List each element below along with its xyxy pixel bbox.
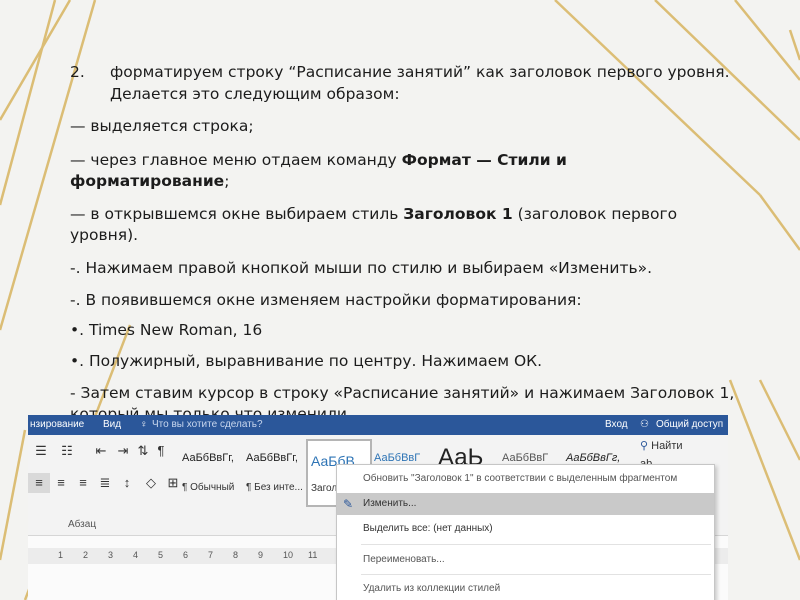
ruler-mark: 6 bbox=[183, 550, 189, 560]
line-spacing-icon[interactable]: ↕ bbox=[116, 473, 138, 493]
step-menu-command: — через главное меню отдаем команду Форм… bbox=[70, 150, 567, 171]
share-user-icon: ⚇ bbox=[640, 419, 649, 430]
item-number: 2. bbox=[70, 63, 85, 81]
shading-icon[interactable]: ◇ bbox=[140, 473, 162, 493]
ruler-mark: 7 bbox=[208, 550, 214, 560]
step-right-click: -. Нажимаем правой кнопкой мыши по стилю… bbox=[70, 259, 653, 277]
step-menu-suffix: ; bbox=[224, 172, 230, 190]
menu-item-label: Выделить все: (нет данных) bbox=[363, 523, 493, 534]
share-button[interactable]: Общий доступ bbox=[656, 419, 723, 430]
step-choose-style: — в открывшемся окне выбираем стиль Заго… bbox=[70, 204, 677, 225]
style-name: Загол bbox=[311, 483, 338, 494]
lightbulb-icon: ♀ bbox=[140, 419, 148, 430]
signin-link[interactable]: Вход bbox=[605, 419, 628, 430]
item-text-line2: Делается это следующим образом: bbox=[110, 85, 400, 103]
find-label: Найти bbox=[651, 440, 683, 452]
menu-select-all[interactable]: Выделить все: (нет данных) bbox=[337, 518, 714, 540]
style-normal[interactable]: АаБбВвГг, ¶ Обычный bbox=[178, 439, 242, 505]
step-menu-command-line2: форматирование; bbox=[70, 171, 229, 192]
step-style-prefix: — в открывшемся окне выбираем стиль bbox=[70, 205, 404, 223]
step-choose-style-line2: уровня). bbox=[70, 226, 139, 244]
align-left-icon[interactable]: ≡ bbox=[28, 473, 50, 493]
edit-style-icon: ✎ bbox=[343, 497, 354, 511]
menu-item-label: Изменить... bbox=[363, 498, 417, 509]
align-right-icon[interactable]: ≡ bbox=[72, 473, 94, 493]
menu-item-label: Удалить из коллекции стилей bbox=[363, 583, 501, 594]
menu-rename[interactable]: Переименовать... bbox=[337, 549, 714, 571]
style-context-menu: Обновить "Заголовок 1" в соответствии с … bbox=[336, 464, 715, 600]
word-screenshot: нзирование Вид ♀ Что вы хотите сделать? … bbox=[28, 415, 728, 600]
ruler-mark: 4 bbox=[133, 550, 139, 560]
paragraph-group-label: Абзац bbox=[68, 519, 97, 530]
step-style-suffix: (заголовок первого bbox=[512, 205, 678, 223]
step-menu-bold: Формат — Стили и bbox=[401, 151, 567, 169]
ruler-mark: 5 bbox=[158, 550, 164, 560]
bullets-icon[interactable]: ☰ bbox=[30, 441, 52, 461]
menu-item-label: Переименовать... bbox=[363, 554, 445, 565]
numbered-item: 2. форматируем строку “Расписание занятий… bbox=[70, 62, 730, 83]
align-center-icon[interactable]: ≡ bbox=[50, 473, 72, 493]
step-style-bold: Заголовок 1 bbox=[403, 205, 513, 223]
tab-view[interactable]: Вид bbox=[103, 419, 121, 430]
ruler-mark: 1 bbox=[58, 550, 64, 560]
ruler-mark: 3 bbox=[108, 550, 114, 560]
menu-separator bbox=[361, 544, 711, 545]
step-change-settings: -. В появившемся окне изменяем настройки… bbox=[70, 291, 582, 309]
ruler-mark: 10 bbox=[283, 550, 294, 560]
style-preview: АаБбВвГг, bbox=[246, 452, 298, 464]
menu-modify-style[interactable]: ✎ Изменить... bbox=[337, 493, 714, 515]
menu-separator bbox=[361, 574, 711, 575]
style-preview: АаБбВвГг, bbox=[566, 452, 621, 464]
increase-indent-icon[interactable]: ⇥ bbox=[112, 441, 134, 461]
step-select-line: — выделяется строка; bbox=[70, 117, 254, 135]
bullet-font: •. Times New Roman, 16 bbox=[70, 321, 263, 339]
ruler-mark: 2 bbox=[83, 550, 89, 560]
menu-update-style[interactable]: Обновить "Заголовок 1" в соответствии с … bbox=[337, 468, 714, 490]
menu-item-label: Обновить "Заголовок 1" в соответствии с … bbox=[363, 473, 678, 484]
tell-me-search[interactable]: Что вы хотите сделать? bbox=[152, 419, 263, 430]
style-name: ¶ Без инте... bbox=[246, 482, 303, 493]
ruler-mark: 9 bbox=[258, 550, 264, 560]
step-menu-bold2: форматирование bbox=[70, 172, 225, 190]
style-preview: АаБбВвГг, bbox=[182, 452, 234, 464]
bullet-bold-center: •. Полужирный, выравнивание по центру. Н… bbox=[70, 352, 543, 370]
ribbon-tab-bar: нзирование Вид ♀ Что вы хотите сделать? … bbox=[28, 415, 728, 435]
ruler-mark: 8 bbox=[233, 550, 239, 560]
numbering-icon[interactable]: ☷ bbox=[56, 441, 78, 461]
style-preview: АаБбВвГ bbox=[502, 452, 549, 464]
style-name: ¶ Обычный bbox=[182, 482, 235, 493]
step-apply-heading: - Затем ставим курсор в строку «Расписан… bbox=[70, 384, 735, 402]
step-menu-prefix: — через главное меню отдаем команду bbox=[70, 151, 402, 169]
decrease-indent-icon[interactable]: ⇤ bbox=[90, 441, 112, 461]
search-icon: ⚲ bbox=[640, 440, 649, 452]
item-text-line1: форматируем строку “Расписание занятий” … bbox=[110, 63, 730, 81]
tab-review[interactable]: нзирование bbox=[30, 419, 84, 430]
ruler-mark: 11 bbox=[308, 550, 318, 560]
style-no-spacing[interactable]: АаБбВвГг, ¶ Без инте... bbox=[242, 439, 306, 505]
style-preview: АаБбВвГ bbox=[374, 452, 421, 464]
menu-remove-from-gallery[interactable]: Удалить из коллекции стилей bbox=[337, 578, 714, 600]
pilcrow-icon[interactable]: ¶ bbox=[150, 441, 172, 461]
justify-icon[interactable]: ≣ bbox=[94, 473, 116, 493]
